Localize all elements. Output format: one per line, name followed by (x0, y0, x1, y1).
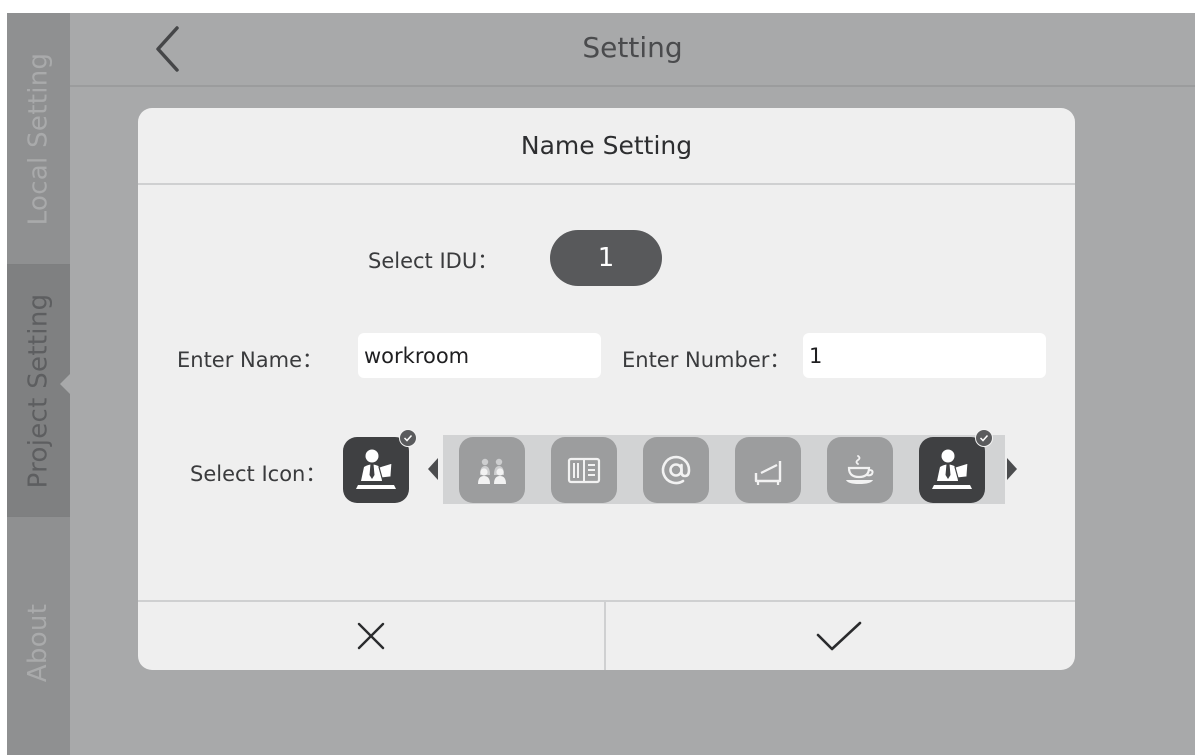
meeting-group-icon (478, 458, 506, 484)
active-tab-pointer (60, 372, 72, 396)
icon-scroll-right-button[interactable] (1007, 458, 1017, 480)
icon-option-dining[interactable] (551, 437, 617, 503)
page-title: Setting (582, 31, 683, 64)
office-worker-icon (932, 449, 972, 489)
confirm-button[interactable] (606, 602, 1072, 670)
at-sign-icon (661, 455, 691, 485)
close-icon (357, 622, 385, 650)
icon-option-lounge[interactable] (735, 437, 801, 503)
enter-number-label: Enter Number： (622, 348, 791, 372)
select-idu-label: Select IDU： (368, 249, 499, 273)
select-icon-label: Select Icon： (190, 462, 327, 486)
icon-option-at[interactable] (643, 437, 709, 503)
checkmark-icon (403, 434, 413, 442)
cancel-button[interactable] (138, 602, 604, 670)
back-button[interactable] (148, 21, 188, 77)
coffee-cup-icon (846, 455, 874, 484)
header: Setting (70, 13, 1195, 87)
dialog-title: Name Setting (520, 131, 693, 160)
icon-scroll-left-button[interactable] (428, 458, 438, 480)
icon-option-coffee[interactable] (827, 437, 893, 503)
dining-menu-icon (567, 457, 601, 484)
sidebar-item-local-setting[interactable]: Local Setting (7, 13, 70, 265)
checkmark-icon (979, 434, 989, 442)
name-setting-dialog: Name Setting Select IDU： 1 Enter Name： E… (138, 108, 1075, 670)
number-input[interactable] (803, 333, 1046, 378)
sidebar-item-about[interactable]: About (7, 517, 70, 755)
enter-name-label: Enter Name： (177, 348, 323, 372)
chevron-left-icon (156, 26, 179, 72)
icon-option-meeting[interactable] (459, 437, 525, 503)
sidebar-item-label: Local Setting (23, 52, 54, 226)
sidebar-item-label: Project Setting (23, 293, 54, 489)
lounge-chair-icon (754, 461, 782, 485)
checkmark-icon (816, 621, 862, 651)
dialog-divider (138, 183, 1075, 185)
app-screen: Local Setting Project Setting About Sett… (7, 13, 1195, 755)
icon-option-office[interactable] (919, 429, 993, 503)
idu-selector[interactable]: 1 (550, 230, 662, 286)
office-worker-icon (356, 449, 396, 489)
current-icon-preview (343, 429, 417, 503)
sidebar-item-label: About (23, 603, 54, 683)
selected-badge (975, 429, 993, 447)
selected-badge (399, 429, 417, 447)
name-input[interactable] (358, 333, 601, 378)
